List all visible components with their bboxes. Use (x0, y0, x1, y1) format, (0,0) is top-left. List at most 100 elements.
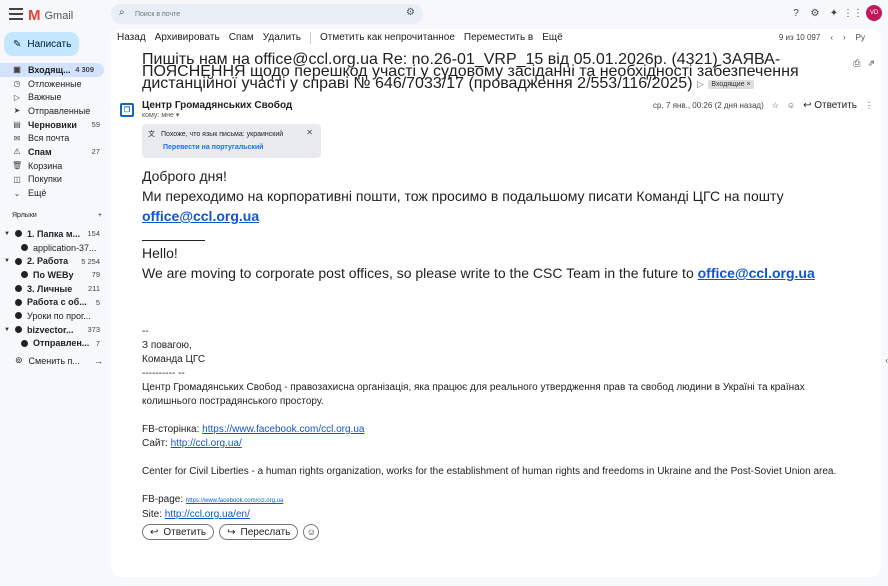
caret-down-icon[interactable]: ▼ (4, 231, 10, 237)
message-pane: Назад Архивировать Спам Удалить Отметить… (111, 29, 881, 577)
inbox-chip[interactable]: Входящие × (708, 79, 754, 89)
fb-link-en[interactable]: https://www.facebook.com/ccl.org.ua (186, 498, 283, 504)
sidebar-item[interactable]: ▤ Черновики 59 (0, 118, 110, 132)
sidebar-item[interactable]: ▷ Важные (0, 90, 110, 104)
send-icon: ➤ (13, 106, 21, 116)
labels-header: Ярлыки + (12, 212, 102, 219)
caret-down-icon[interactable]: ▼ (4, 258, 10, 264)
switch-account-item[interactable]: ⊚ Сменить п... → (15, 355, 103, 366)
search-input[interactable] (135, 6, 395, 22)
close-icon[interactable]: ✕ (306, 128, 313, 137)
input-language-selector[interactable]: Ру (856, 33, 865, 42)
back-button[interactable]: Назад (117, 32, 146, 46)
emoji-reaction-icon[interactable]: ☺ (787, 101, 795, 110)
sidebar-item-count: 4 309 (75, 65, 94, 75)
archive-button[interactable]: Архивировать (155, 32, 220, 46)
label-item[interactable]: ▼ bizvector... 373 (0, 323, 110, 337)
sidebar-item-label: Важные (28, 92, 62, 103)
emoji-button[interactable]: ☺ (303, 524, 320, 540)
reply-actions: ↩ Ответить ↪ Переслать ☺ (142, 524, 320, 540)
recipient-line[interactable]: кому: мне ▾ (142, 111, 179, 119)
sidebar-item[interactable]: 🗑 Корзина (0, 159, 110, 173)
label-item[interactable]: 3. Личные 211 (0, 282, 110, 296)
email-link-ua[interactable]: office@ccl.org.ua (142, 208, 259, 224)
email-link-en[interactable]: office@ccl.org.ua (698, 265, 815, 281)
message-meta: ср, 7 янв., 00:26 (2 дня назад) ☆ ☺ ↩ От… (653, 100, 873, 111)
search-options-icon[interactable]: ⚙ (406, 7, 415, 18)
sidebar-item[interactable]: ➤ Отправленные (0, 104, 110, 118)
search-bar[interactable]: ⌕ ⚙ (111, 4, 423, 24)
label-item[interactable]: Отправлен... 7 (0, 337, 110, 351)
message-toolbar: Назад Архивировать Спам Удалить Отметить… (117, 32, 563, 46)
divider-line (142, 240, 205, 241)
more-button[interactable]: Ещё (542, 32, 562, 46)
gemini-sparkle-icon[interactable]: ✦ (828, 7, 840, 19)
label-item[interactable]: Уроки по прог... (0, 309, 110, 323)
labels-title: Ярлыки (12, 212, 37, 219)
label-name: application-37... (33, 242, 97, 253)
pager: 9 из 10 097 ‹ › Ру (779, 33, 865, 42)
sender-avatar: ❐ (120, 103, 134, 117)
reply-top-label: Ответить (814, 100, 857, 111)
trash-icon: 🗑 (12, 161, 23, 171)
fb-link-ua[interactable]: https://www.facebook.com/ccl.org.ua (202, 424, 364, 435)
body-line-en: We are moving to corporate post offices,… (142, 263, 862, 283)
sidebar-item-label: Черновики (28, 119, 77, 130)
fb-line-ua: FB-сторінка: https://www.facebook.com/cc… (142, 423, 862, 437)
add-label-icon[interactable]: + (98, 212, 102, 219)
caret-down-icon[interactable]: ▼ (4, 327, 10, 333)
sidebar-item[interactable]: ◫ Покупки (0, 173, 110, 187)
site-link-ua[interactable]: http://ccl.org.ua/ (171, 438, 242, 449)
apps-grid-icon[interactable]: ⋮⋮ (843, 7, 863, 19)
translate-link[interactable]: Перевести на португальский (163, 144, 315, 151)
label-dot-icon (21, 271, 28, 279)
move-to-button[interactable]: Переместить в (464, 32, 533, 46)
reply-button[interactable]: ↩ Ответить (142, 524, 215, 540)
signature-dashes: ---------- -- (142, 368, 185, 379)
sidebar-item-label: Отправленные (28, 105, 91, 116)
next-icon[interactable]: › (843, 33, 846, 42)
sender-name[interactable]: Центр Громадянських Свобод (142, 100, 292, 111)
label-item[interactable]: По WEBу 79 (0, 268, 110, 282)
label-item[interactable]: application-37... (0, 241, 110, 255)
mark-unread-button[interactable]: Отметить как непрочитанное (320, 32, 455, 46)
open-new-window-icon[interactable]: ⇗ (867, 58, 875, 69)
compose-button[interactable]: ✎ Написать (4, 32, 79, 56)
sidebar-item[interactable]: ⚠ Спам 27 (0, 145, 110, 159)
label-count: 5 (95, 297, 100, 307)
shopping-icon: ◫ (13, 174, 21, 184)
signature-team: Команда ЦГС (142, 354, 206, 365)
spam-icon: ⚠ (13, 147, 21, 157)
label-item[interactable]: ▼ 1. Папка м... 154 (0, 227, 110, 241)
sidebar-item-label: Спам (28, 146, 52, 157)
sidebar-item[interactable]: ▣ Входящ... 4 309 (0, 63, 104, 77)
reply-top-button[interactable]: ↩ Ответить (803, 100, 857, 111)
signature-regards: З повагою, (142, 340, 192, 351)
label-item[interactable]: ▼ 2. Работа 5 254 (0, 254, 110, 268)
star-icon[interactable]: ☆ (772, 101, 779, 110)
delete-button[interactable]: Удалить (263, 32, 301, 46)
spam-button[interactable]: Спам (229, 32, 254, 46)
forward-button[interactable]: ↪ Переслать (219, 524, 299, 540)
message-date: ср, 7 янв., 00:26 (2 дня назад) (653, 101, 764, 110)
sidebar-item[interactable]: ⌄ Ещё (0, 186, 110, 200)
draft-icon: ▤ (13, 120, 21, 130)
importance-marker-icon[interactable]: ▷ (697, 79, 704, 89)
sidebar-item[interactable]: ◷ Отложенные (0, 77, 110, 91)
label-item[interactable]: Работа с об... 5 (0, 295, 110, 309)
gmail-wordmark: Gmail (44, 9, 74, 22)
account-avatar[interactable]: VD (866, 5, 882, 21)
print-icon[interactable]: ⎙ (853, 58, 860, 69)
main-menu-icon[interactable] (9, 8, 23, 20)
search-icon[interactable]: ⌕ (119, 7, 125, 18)
sidebar-item[interactable]: ✉ Вся почта (0, 131, 110, 145)
label-name: 3. Личные (27, 283, 73, 294)
prev-icon[interactable]: ‹ (830, 33, 833, 42)
email-body: Доброго дня! Ми переходимо на корпоратив… (142, 166, 862, 522)
gmail-logo[interactable]: M Gmail (28, 7, 73, 24)
more-options-icon[interactable]: ⋮ (865, 101, 873, 110)
toolbar-divider (309, 32, 311, 44)
help-icon[interactable]: ? (790, 7, 802, 19)
settings-gear-icon[interactable]: ⚙ (809, 7, 821, 19)
site-link-en[interactable]: http://ccl.org.ua/en/ (165, 509, 250, 520)
